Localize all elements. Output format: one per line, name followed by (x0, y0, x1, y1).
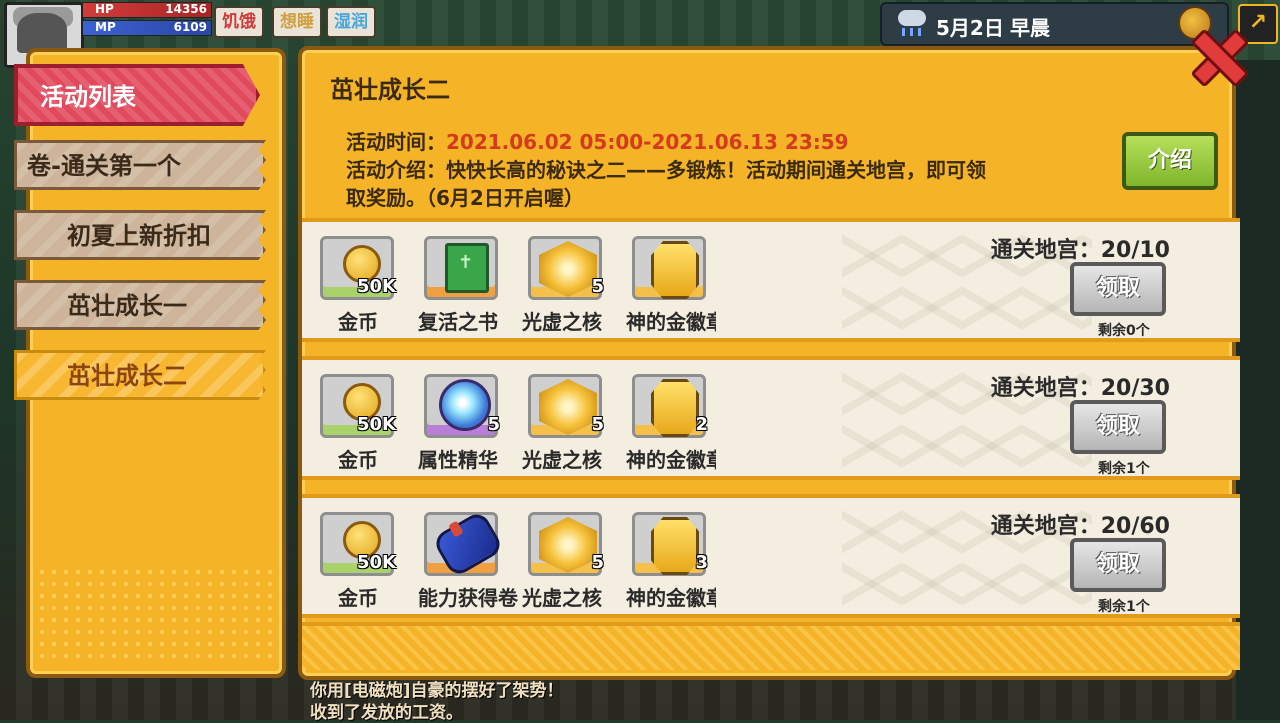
remaining-count: 剩余0个 (1098, 323, 1150, 339)
close-icon[interactable] (1190, 28, 1242, 80)
sidebar-item-summer-discount[interactable]: 初夏上新折扣 (14, 210, 266, 260)
mp-bar: MP 6109 (82, 20, 212, 36)
item-name: 神的金徽章 (626, 586, 716, 610)
background-edge (1236, 60, 1280, 720)
reward-item[interactable]: 能力获得卷轴 (418, 509, 518, 610)
reward-row: 50K 金币 5 属性精华 5 光虚之核 2 神的金徽章 通关地宫：20/30 … (302, 356, 1240, 480)
reward-item[interactable]: 神的金徽章 (626, 236, 716, 334)
claim-button[interactable]: 领取 (1070, 262, 1166, 316)
activity-time-label: 活动时间： (346, 130, 446, 154)
item-quantity: 50K (357, 276, 396, 297)
status-hungry: 饥饿 (214, 6, 264, 38)
game-date: 5月2日 (936, 16, 1004, 40)
core-icon (539, 241, 597, 297)
mp-value: 6109 (173, 20, 207, 34)
item-name: 能力获得卷轴 (418, 586, 518, 610)
reward-item[interactable]: 复活之书 (418, 236, 498, 334)
item-name: 复活之书 (418, 310, 498, 334)
clear-progress: 通关地宫：20/30 (990, 376, 1170, 401)
remaining-count: 剩余1个 (1098, 461, 1150, 477)
claim-button[interactable]: 领取 (1070, 538, 1166, 592)
item-quantity: 5 (591, 552, 604, 573)
reward-row: 50K 金币 能力获得卷轴 5 光虚之核 3 神的金徽章 通关地宫：20/60 … (302, 494, 1240, 618)
item-name: 神的金徽章 (626, 448, 716, 472)
avatar-face (17, 13, 67, 53)
item-quantity: 2 (695, 414, 708, 435)
reward-item[interactable]: 5 光虚之核 (522, 374, 604, 472)
hp-label: HP (95, 2, 114, 16)
message-log-line: 收到了发放的工资。 (310, 703, 463, 723)
activity-intro-line2: 取奖励。（6月2日开启喔） (346, 186, 584, 210)
weather-panel: 5月2日 早晨 (880, 2, 1229, 46)
scroll-icon (431, 509, 505, 579)
book-icon (445, 243, 489, 293)
status-sleepy: 想睡 (272, 6, 322, 38)
reward-item[interactable]: 50K 金币 (320, 374, 396, 472)
item-quantity: 3 (695, 552, 708, 573)
item-frame (424, 236, 498, 300)
item-frame (424, 509, 505, 579)
clear-progress: 通关地宫：20/60 (990, 514, 1170, 539)
activity-intro-line1: 活动介绍：快快长高的秘诀之二——多锻炼！活动期间通关地宫，即可领 (346, 158, 986, 182)
item-name: 神的金徽章 (626, 310, 716, 334)
activity-detail-panel: 茁壮成长二 活动时间：2021.06.02 05:00-2021.06.13 2… (298, 46, 1240, 680)
reward-item[interactable]: 50K 金币 (320, 512, 396, 610)
hp-value: 14356 (165, 2, 207, 16)
intro-button[interactable]: 介绍 (1122, 132, 1218, 190)
item-frame (632, 236, 706, 300)
item-quantity: 5 (487, 414, 500, 435)
orb-icon (439, 379, 491, 431)
rain-cloud-icon (898, 10, 926, 26)
item-name: 属性精华 (418, 448, 498, 472)
item-name: 光虚之核 (522, 448, 602, 472)
item-name: 光虚之核 (522, 310, 602, 334)
reward-item[interactable]: 5 光虚之核 (522, 236, 604, 334)
rain-icon (902, 28, 924, 36)
reward-item[interactable]: 5 属性精华 (418, 374, 500, 472)
core-icon (539, 517, 597, 573)
item-quantity: 50K (357, 414, 396, 435)
badge-icon (651, 379, 699, 437)
reward-item[interactable]: 5 光虚之核 (522, 512, 604, 610)
sidebar-item-growth-two[interactable]: 茁壮成长二 (14, 350, 266, 400)
core-icon (539, 379, 597, 435)
mp-label: MP (95, 20, 116, 34)
reward-item[interactable]: 3 神的金徽章 (626, 512, 716, 610)
hp-bar: HP 14356 (82, 2, 212, 18)
status-wet: 湿润 (326, 6, 376, 38)
badge-icon (651, 517, 699, 575)
clear-progress: 通关地宫：20/10 (990, 238, 1170, 263)
sidebar-item-first-clear[interactable]: 卷-通关第一个 (14, 140, 266, 190)
claim-button[interactable]: 领取 (1070, 400, 1166, 454)
item-quantity: 50K (357, 552, 396, 573)
reward-row: 50K 金币 复活之书 5 光虚之核 神的金徽章 通关地宫：20/10 领取 剩… (302, 218, 1240, 342)
item-quantity: 5 (591, 276, 604, 297)
time-of-day: 早晨 (1010, 16, 1050, 40)
activity-list-header: 活动列表 (14, 64, 260, 126)
panel-decoration (36, 566, 276, 666)
activity-time-value: 2021.06.02 05:00-2021.06.13 23:59 (446, 130, 849, 154)
page-title: 茁壮成长二 (330, 76, 450, 104)
item-quantity: 5 (591, 414, 604, 435)
reward-item[interactable]: 2 神的金徽章 (626, 374, 716, 472)
sidebar-item-growth-one[interactable]: 茁壮成长一 (14, 280, 266, 330)
remaining-count: 剩余1个 (1098, 599, 1150, 615)
reward-item[interactable]: 50K 金币 (320, 236, 396, 334)
badge-icon (651, 241, 699, 299)
activity-time: 活动时间：2021.06.02 05:00-2021.06.13 23:59 (346, 126, 849, 155)
panel-footer-decoration (302, 622, 1240, 670)
item-name: 光虚之核 (522, 586, 602, 610)
